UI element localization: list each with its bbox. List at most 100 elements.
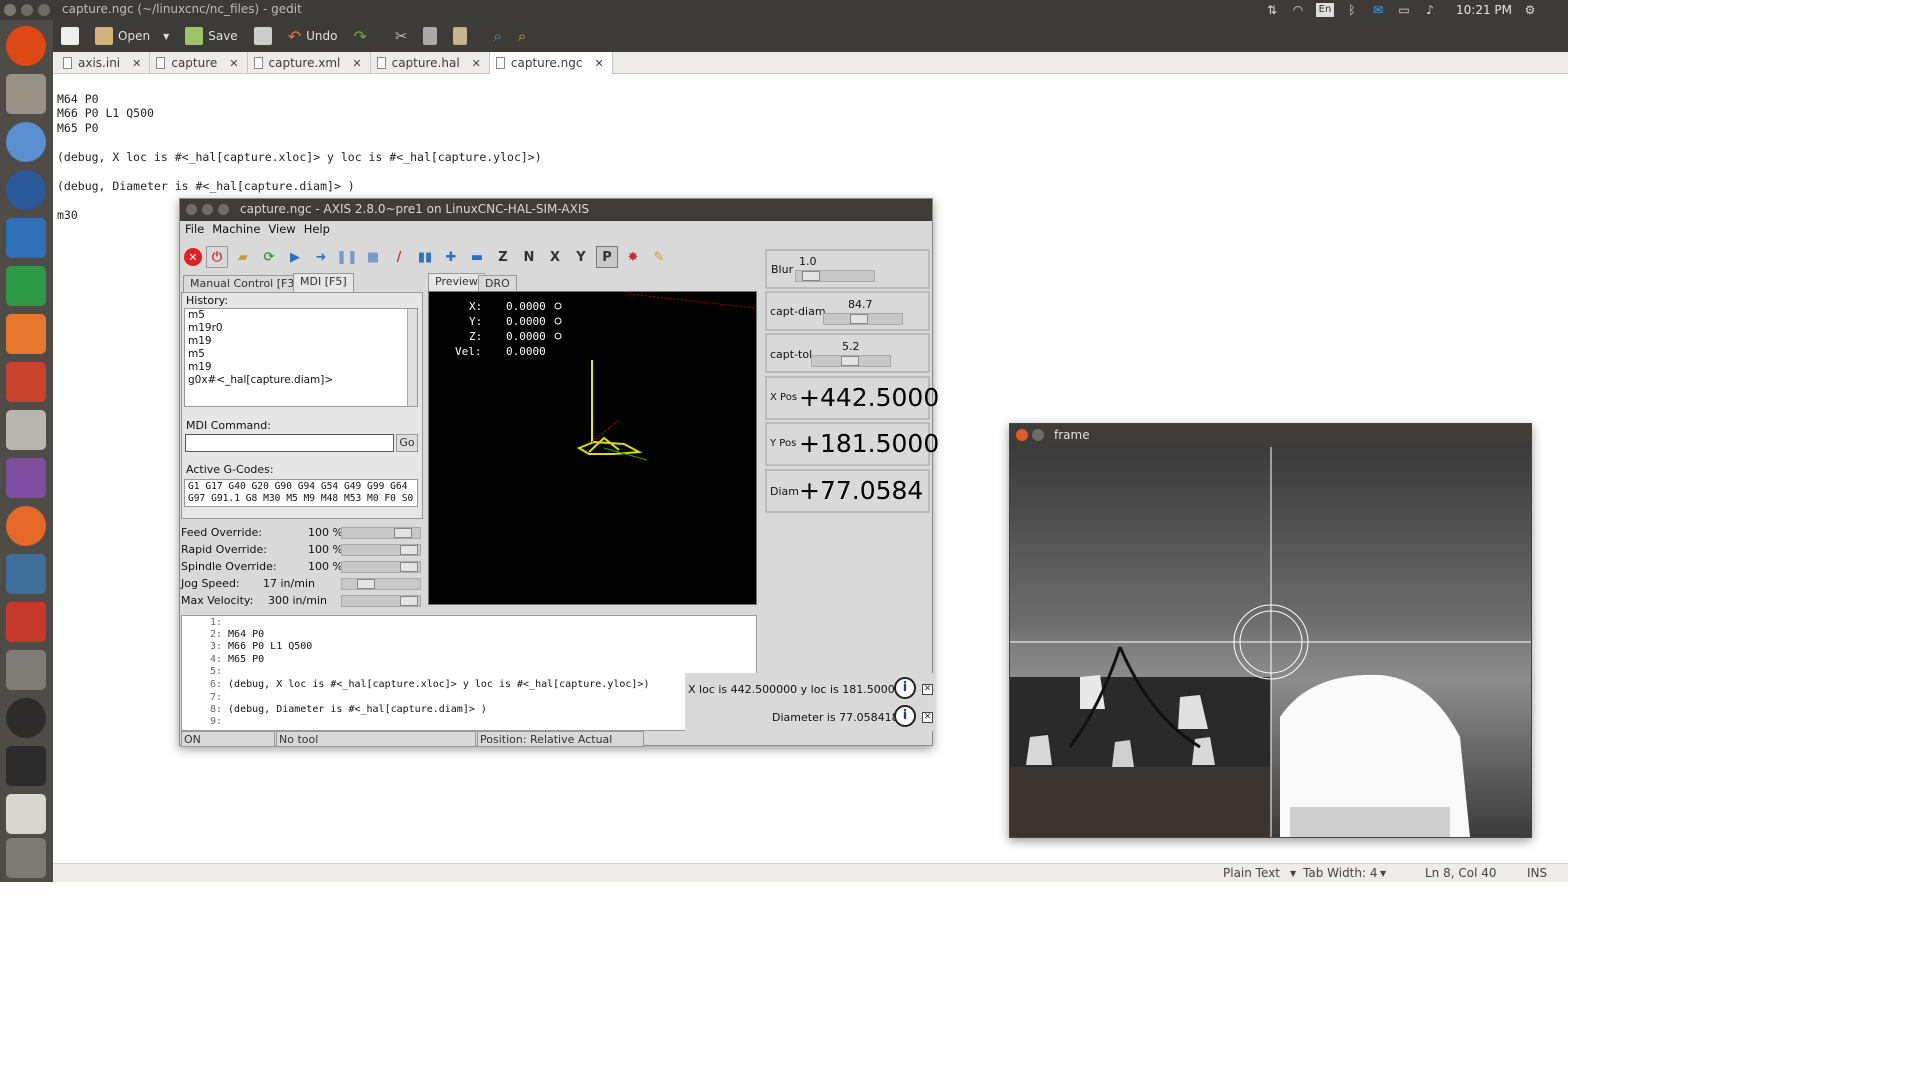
menu-view[interactable]: View [268,222,295,240]
software-center-icon[interactable] [6,314,46,354]
tab-manual-control[interactable]: Manual Control [F3] [183,275,306,292]
gcode-listing[interactable]: 1: 2: M64 P0 3: M66 P0 L1 Q500 4: M65 P0… [181,615,757,731]
list-item[interactable]: g0x#<_hal[capture.diam]> [185,374,417,387]
slider-thumb[interactable] [802,271,820,281]
rapid-override-slider[interactable] [341,544,421,556]
settings-icon[interactable] [6,362,46,402]
mail-icon[interactable]: ✉ [1370,3,1386,17]
open-file-icon[interactable]: ▰ [232,246,254,268]
thunderbird-icon[interactable] [6,170,46,210]
view-z2-icon[interactable]: N [518,246,540,268]
menu-help[interactable]: Help [304,222,330,240]
slider-thumb[interactable] [400,562,418,572]
battery-icon[interactable]: ▭ [1396,3,1412,17]
redo-button[interactable]: ↷ [345,21,374,51]
minimize-window-icon[interactable] [21,4,33,16]
reload-icon[interactable]: ⟳ [258,246,280,268]
zoom-out-icon[interactable]: ▬ [466,246,488,268]
files-icon[interactable] [6,74,46,114]
list-item[interactable]: m5 [185,309,417,322]
block-delete-icon[interactable]: / [388,246,410,268]
close-icon[interactable]: ✕ [922,684,933,695]
step-icon[interactable]: ➜ [310,246,332,268]
tab-capture[interactable]: capture ✕ [150,52,248,74]
paste-button[interactable] [445,21,475,51]
power-icon[interactable]: ⏻ [206,246,228,268]
list-item[interactable]: m19r0 [185,322,417,335]
gedit-icon[interactable] [6,794,46,834]
tab-axis-ini[interactable]: axis.ini ✕ [57,52,151,74]
close-icon[interactable]: ✕ [594,57,603,70]
optional-stop-icon[interactable]: ▮▮ [414,246,436,268]
chromium-icon[interactable] [6,122,46,162]
replace-button[interactable]: ⌕ [510,21,534,51]
view-p-icon[interactable]: P [596,246,618,268]
save-button[interactable]: Save [177,21,245,51]
history-scrollbar[interactable] [407,309,417,406]
minimize-window-icon[interactable] [1032,429,1044,441]
chevron-down-icon[interactable]: ▼ [1380,869,1386,878]
tab-dro[interactable]: DRO [478,275,517,292]
trash-icon[interactable] [6,838,46,878]
slider-thumb[interactable] [400,596,418,606]
slider-thumb[interactable] [357,579,375,589]
keyboard-layout-icon[interactable]: En [1316,3,1334,17]
print-button[interactable] [246,21,280,51]
list-item[interactable]: m5 [185,348,417,361]
gear-icon[interactable]: ⚙ [1522,3,1538,17]
tab-capture-ngc[interactable]: capture.ngc ✕ [489,52,613,74]
slider-thumb[interactable] [400,545,418,555]
menu-file[interactable]: File [185,222,204,240]
chevron-down-icon[interactable]: ▼ [1290,869,1296,878]
undo-button[interactable]: ↶ Undo [280,21,346,51]
bluetooth-icon[interactable]: ᛒ [1344,3,1360,17]
menu-machine[interactable]: Machine [212,222,260,240]
estop-icon[interactable]: ✕ [184,248,202,266]
pidgin-icon[interactable] [6,458,46,498]
writer-icon[interactable] [6,218,46,258]
jog-speed-slider[interactable] [341,578,421,590]
zoom-in-icon[interactable]: ✚ [440,246,462,268]
minimize-window-icon[interactable] [202,204,213,215]
clock[interactable]: 10:21 PM [1456,3,1512,17]
transfer-icon[interactable]: ⇅ [1264,3,1280,17]
run-icon[interactable]: ▶ [284,246,306,268]
system-monitor-icon[interactable] [6,554,46,594]
capt-tol-slider[interactable] [811,355,891,367]
copy-button[interactable] [415,21,445,51]
history-list[interactable]: m5 m19r0 m19 m5 m19 g0x#<_hal[capture.di… [184,308,418,407]
tab-preview[interactable]: Preview [428,273,485,292]
language-selector[interactable]: Plain Text [1223,866,1280,880]
close-icon[interactable]: ✕ [132,57,141,70]
new-button[interactable] [53,21,87,51]
mdi-command-input[interactable] [185,434,394,452]
list-item[interactable]: m19 [185,361,417,374]
blur-slider[interactable] [795,270,875,282]
tab-width-selector[interactable]: Tab Width: 4 [1303,866,1377,880]
list-item[interactable]: m19 [185,335,417,348]
close-icon[interactable]: ✕ [922,712,933,723]
close-icon[interactable]: ✕ [229,57,238,70]
close-window-icon[interactable] [4,4,16,16]
firefox-icon[interactable] [6,506,46,546]
close-window-icon[interactable] [186,204,197,215]
terminal-icon[interactable] [6,746,46,786]
open-button[interactable]: Open ▼ [87,21,177,51]
synaptic-icon[interactable] [6,602,46,642]
close-icon[interactable]: ✕ [472,57,481,70]
wifi-icon[interactable]: ◠ [1290,3,1306,17]
close-icon[interactable]: ✕ [352,57,361,70]
toolpath-preview[interactable]: X: 0.0000 Y: 0.0000 Z: 0.0000 Vel: 0.000… [428,291,757,605]
view-z-icon[interactable]: Z [492,246,514,268]
calc-icon[interactable] [6,266,46,306]
pause-icon[interactable]: ❚❚ [336,246,358,268]
clear-plot-icon[interactable]: ✎ [648,246,670,268]
maximize-window-icon[interactable] [218,204,229,215]
view-x-icon[interactable]: X [544,246,566,268]
tab-mdi[interactable]: MDI [F5] [293,273,354,292]
capt-diam-slider[interactable] [823,313,903,325]
view-y-icon[interactable]: Y [570,246,592,268]
slider-thumb[interactable] [841,356,859,366]
slider-thumb[interactable] [394,528,412,538]
find-button[interactable]: ⌕ [485,21,509,51]
